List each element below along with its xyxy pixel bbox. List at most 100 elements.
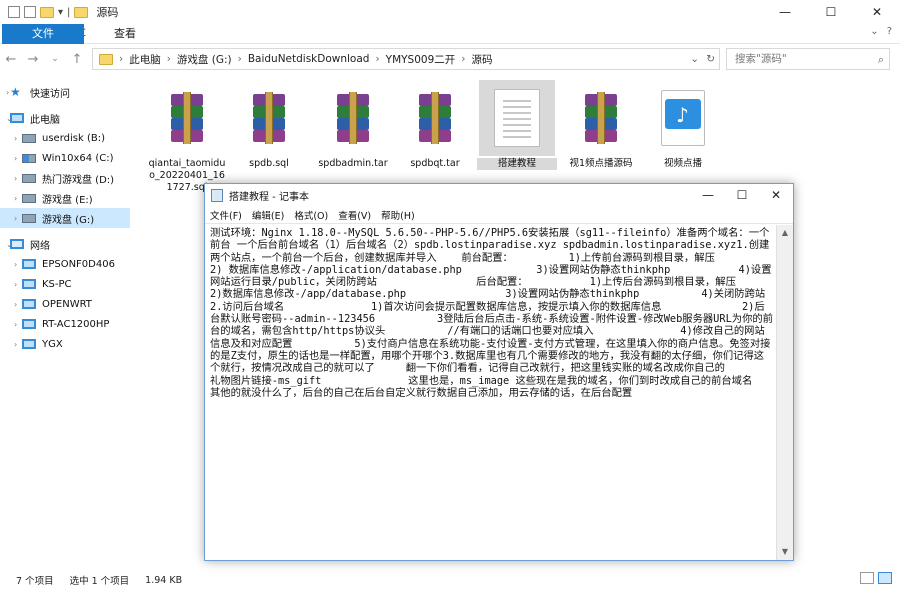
chevron-right-icon: ›: [166, 53, 171, 65]
notepad-close-button[interactable]: ✕: [759, 184, 793, 206]
system-drive-icon: [22, 153, 36, 163]
forward-arrow-icon[interactable]: →: [22, 52, 44, 67]
computer-icon: [22, 279, 36, 289]
sidebar-item-drive-d[interactable]: › 热门游戏盘 (D:): [0, 168, 130, 188]
computer-icon: [22, 339, 36, 349]
new-folder-icon[interactable]: [40, 6, 54, 18]
chevron-right-icon[interactable]: ›: [14, 214, 17, 223]
file-name: spdbqt.tar: [410, 158, 460, 169]
status-bar: 7 个项目 选中 1 个项目 1.94 KB: [0, 570, 900, 590]
quick-access-toolbar: ▾ |: [0, 6, 89, 18]
sidebar-item-network[interactable]: ⌄ 网络: [0, 234, 130, 254]
breadcrumb-source[interactable]: 源码: [471, 52, 492, 67]
chevron-right-icon[interactable]: ›: [14, 280, 17, 289]
chevron-right-icon[interactable]: ›: [14, 174, 17, 183]
chevron-right-icon[interactable]: ›: [6, 88, 9, 97]
sidebar-item-drive-c[interactable]: › Win10x64 (C:): [0, 148, 130, 168]
up-arrow-icon[interactable]: ↑: [66, 52, 88, 67]
chevron-down-icon[interactable]: ⌄: [6, 240, 13, 249]
close-button[interactable]: ✕: [854, 0, 900, 24]
breadcrumb-this-pc[interactable]: 此电脑: [129, 52, 161, 67]
scroll-down-icon[interactable]: ▼: [777, 544, 793, 560]
notepad-minimize-button[interactable]: —: [691, 184, 725, 206]
tab-view[interactable]: 查看: [100, 24, 150, 44]
sidebar-item-quick-access[interactable]: › ★ 快速访问: [0, 82, 130, 102]
notepad-window: 搭建教程 - 记事本 — ☐ ✕ 文件(F) 编辑(E) 格式(O) 查看(V)…: [204, 183, 794, 561]
breadcrumb-baidunetdisk[interactable]: BaiduNetdiskDownload: [248, 53, 370, 65]
menu-help[interactable]: 帮助(H): [381, 208, 415, 222]
file-item[interactable]: spdbqt.tar: [394, 80, 476, 170]
archive-icon: [315, 80, 391, 156]
properties-icon[interactable]: [8, 6, 20, 18]
file-name: 视1频点播源码: [569, 158, 633, 169]
chevron-right-icon[interactable]: ›: [14, 134, 17, 143]
computer-icon: [22, 259, 36, 269]
notepad-maximize-button[interactable]: ☐: [725, 184, 759, 206]
minimize-button[interactable]: —: [762, 0, 808, 24]
file-item[interactable]: spdb.sql: [228, 80, 310, 170]
separator: |: [67, 6, 71, 18]
menu-file[interactable]: 文件(F): [210, 208, 242, 222]
chevron-right-icon: ›: [461, 53, 466, 65]
address-dropdown-icon[interactable]: ⌄: [690, 53, 699, 65]
menu-format[interactable]: 格式(O): [294, 208, 328, 222]
drive-icon: [22, 213, 36, 223]
chevron-right-icon[interactable]: ›: [14, 154, 17, 163]
navigation-bar: ← → ⌄ ↑ › 此电脑 › 游戏盘 (G:) › BaiduNetdiskD…: [0, 45, 900, 73]
scroll-up-icon[interactable]: ▲: [777, 225, 793, 241]
notepad-text-area[interactable]: 测试环境：Nginx 1.18.0--MySQL 5.6.50--PHP-5.6…: [207, 225, 777, 559]
sidebar-item-network-device[interactable]: › OPENWRT: [0, 294, 130, 314]
checkmark-icon[interactable]: [24, 6, 36, 18]
notepad-titlebar: 搭建教程 - 记事本 — ☐ ✕: [205, 184, 793, 206]
large-icons-view-icon[interactable]: [878, 572, 892, 584]
sidebar-item-network-device[interactable]: › EPSONF0D406: [0, 254, 130, 274]
chevron-right-icon: ›: [119, 53, 124, 65]
file-item[interactable]: qiantai_taomiduo_20220401_161727.sql: [146, 80, 228, 194]
sidebar-item-drive-b[interactable]: › userdisk (B:): [0, 128, 130, 148]
refresh-icon[interactable]: ↻: [706, 53, 715, 65]
file-item[interactable]: 视1频点播源码: [560, 80, 642, 170]
chevron-right-icon[interactable]: ›: [14, 320, 17, 329]
vertical-scrollbar[interactable]: ▲ ▼: [776, 225, 793, 560]
chevron-right-icon[interactable]: ›: [14, 340, 17, 349]
sidebar-item-label: 游戏盘 (E:): [42, 194, 93, 206]
sidebar-item-this-pc[interactable]: ⌄ 此电脑: [0, 108, 130, 128]
recent-locations-icon[interactable]: ⌄: [44, 54, 66, 64]
window-title: 源码: [96, 6, 119, 19]
file-item[interactable]: ♪ 视频点播: [642, 80, 724, 170]
details-view-icon[interactable]: [860, 572, 874, 584]
back-arrow-icon[interactable]: ←: [0, 52, 22, 67]
breadcrumb-game-drive[interactable]: 游戏盘 (G:): [177, 52, 232, 67]
sidebar-item-label: EPSONF0D406: [42, 258, 115, 270]
chevron-down-icon[interactable]: ▾: [58, 7, 63, 18]
chevron-down-icon[interactable]: ⌄: [6, 114, 13, 123]
address-bar[interactable]: › 此电脑 › 游戏盘 (G:) › BaiduNetdiskDownload …: [92, 48, 720, 70]
chevron-right-icon[interactable]: ›: [14, 194, 17, 203]
search-input[interactable]: 搜索"源码": [726, 48, 890, 70]
chevron-right-icon[interactable]: ›: [14, 260, 17, 269]
help-icon[interactable]: ?: [887, 26, 892, 37]
breadcrumb-ymys009[interactable]: YMYS009二开: [386, 52, 456, 67]
search-icon[interactable]: ⌕: [878, 53, 884, 67]
sidebar-item-label: 网络: [30, 240, 50, 252]
maximize-button[interactable]: ☐: [808, 0, 854, 24]
sidebar-item-network-device[interactable]: › RT-AC1200HP: [0, 314, 130, 334]
expand-ribbon-icon[interactable]: ⌄: [870, 26, 878, 37]
sidebar-item-drive-e[interactable]: › 游戏盘 (E:): [0, 188, 130, 208]
tab-file[interactable]: 文件: [2, 23, 84, 44]
menu-view[interactable]: 查看(V): [338, 208, 371, 222]
sidebar-item-label: RT-AC1200HP: [42, 318, 110, 330]
sidebar-item-network-device[interactable]: › KS-PC: [0, 274, 130, 294]
sidebar-item-network-device[interactable]: › YGX: [0, 334, 130, 354]
chevron-right-icon[interactable]: ›: [14, 300, 17, 309]
sidebar-item-label: KS-PC: [42, 278, 72, 290]
text-document-icon: [479, 80, 555, 156]
selected-size: 1.94 KB: [145, 574, 183, 586]
notepad-title: 搭建教程 - 记事本: [229, 191, 309, 203]
sidebar-item-drive-g[interactable]: › 游戏盘 (G:): [0, 208, 130, 228]
file-name: spdb.sql: [249, 158, 289, 169]
video-file-icon: ♪: [645, 80, 721, 156]
file-item[interactable]: spdbadmin.tar: [312, 80, 394, 170]
menu-edit[interactable]: 编辑(E): [252, 208, 284, 222]
file-item-selected[interactable]: 搭建教程: [476, 80, 558, 170]
